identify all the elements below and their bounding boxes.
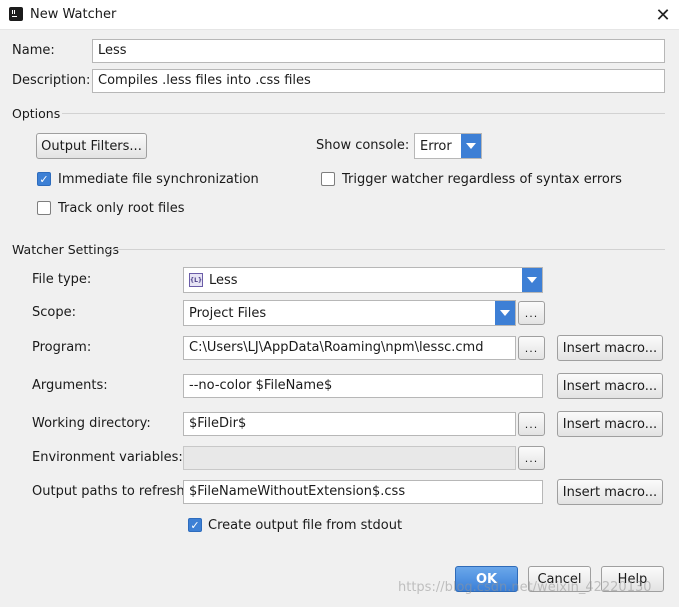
less-file-icon: {L} [189,273,203,287]
chevron-down-icon[interactable] [461,134,481,158]
output-paths-field[interactable]: $FileNameWithoutExtension$.css [183,480,543,504]
scope-select[interactable]: Project Files [183,300,516,326]
create-output-checkbox[interactable]: ✓ [188,518,202,532]
watermark-text: https://blog.csdn.net/weixin_42220130 [398,580,652,595]
working-directory-field[interactable]: $FileDir$ [183,412,516,436]
show-console-select[interactable]: Error [414,133,482,159]
working-directory-browse-button[interactable]: ... [518,412,545,436]
window-title: New Watcher [30,7,117,22]
close-icon[interactable]: ✕ [651,3,675,27]
show-console-value: Error [420,138,452,154]
arguments-field[interactable]: --no-color $FileName$ [183,374,543,398]
output-paths-insert-macro-button[interactable]: Insert macro... [557,479,663,505]
output-filters-button[interactable]: Output Filters... [36,133,147,159]
environment-variables-field [183,446,516,470]
program-insert-macro-button[interactable]: Insert macro... [557,335,663,361]
description-label: Description: [12,73,91,88]
options-section-title: Options [12,106,61,121]
program-label: Program: [32,340,92,355]
watcher-settings-section-title: Watcher Settings [12,242,119,257]
immediate-sync-checkbox[interactable]: ✓ [37,172,51,186]
chevron-down-icon[interactable] [522,268,542,292]
create-output-label: Create output file from stdout [208,518,403,533]
output-paths-label: Output paths to refresh: [32,484,190,499]
scope-browse-button[interactable]: ... [518,301,545,325]
watcher-settings-separator [106,249,665,250]
chevron-down-icon[interactable] [495,301,515,325]
scope-value: Project Files [189,305,267,321]
track-root-label: Track only root files [58,201,185,216]
track-root-checkbox[interactable] [37,201,51,215]
program-field[interactable]: C:\Users\LJ\AppData\Roaming\npm\lessc.cm… [183,336,516,360]
program-browse-button[interactable]: ... [518,336,545,360]
trigger-regardless-label: Trigger watcher regardless of syntax err… [342,172,622,187]
working-directory-insert-macro-button[interactable]: Insert macro... [557,411,663,437]
environment-variables-browse-button[interactable]: ... [518,446,545,470]
working-directory-label: Working directory: [32,416,151,431]
trigger-regardless-checkbox[interactable] [321,172,335,186]
file-type-select[interactable]: {L} Less [183,267,543,293]
arguments-insert-macro-button[interactable]: Insert macro... [557,373,663,399]
scope-label: Scope: [32,305,76,320]
arguments-label: Arguments: [32,378,108,393]
description-field[interactable]: Compiles .less files into .css files [92,69,665,93]
immediate-sync-label: Immediate file synchronization [58,172,259,187]
environment-variables-label: Environment variables: [32,450,183,465]
name-field[interactable]: Less [92,39,665,63]
options-separator [62,113,665,114]
intellij-app-icon [9,7,23,21]
name-label: Name: [12,43,55,58]
file-type-label: File type: [32,272,92,287]
show-console-label: Show console: [316,138,410,153]
file-type-value: Less [209,272,238,288]
